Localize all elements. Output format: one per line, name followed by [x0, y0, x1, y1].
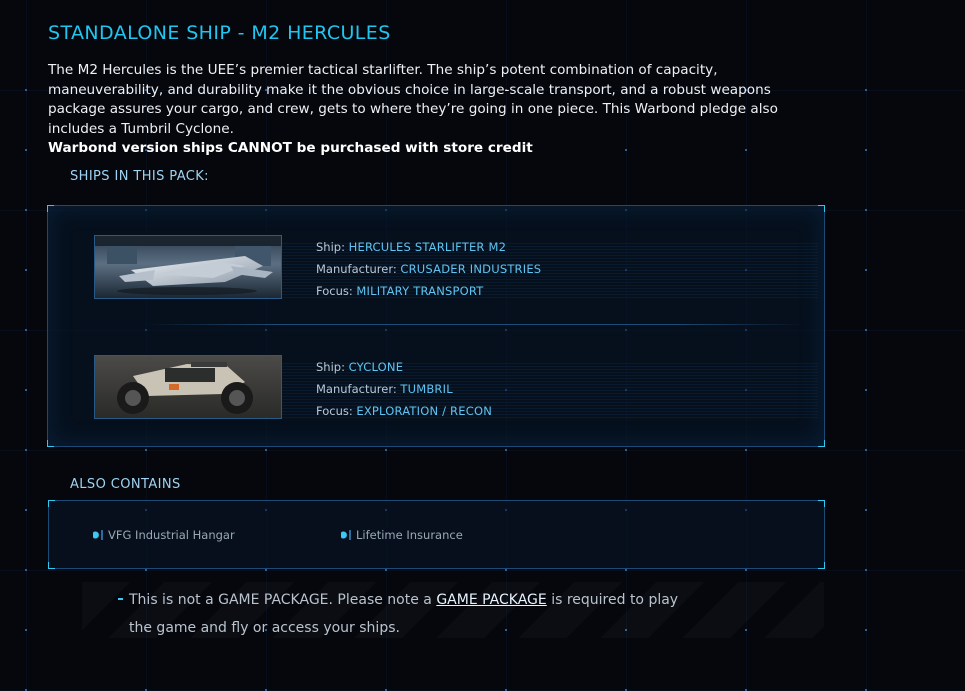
page-title: STANDALONE SHIP - M2 HERCULES [48, 22, 391, 44]
corner-accent [818, 205, 825, 212]
notice-prefix: This is not a GAME PACKAGE. Please note … [129, 592, 437, 608]
grid-dot [625, 449, 627, 451]
focus-label: Focus: [316, 284, 357, 298]
grid-dot [25, 389, 27, 391]
manufacturer-value: TUMBRIL [400, 382, 453, 396]
grid-dot [25, 449, 27, 451]
description-text: The M2 Hercules is the UEE’s premier tac… [48, 62, 778, 137]
grid-dot [25, 629, 27, 631]
contains-item-hangar: VFG Industrial Hangar [93, 528, 235, 542]
grid-dot [745, 449, 747, 451]
bullet-icon [341, 530, 351, 540]
corner-accent [48, 500, 55, 507]
manufacturer-label: Manufacturer: [316, 382, 401, 396]
corner-accent [818, 562, 825, 569]
contains-item-label: VFG Industrial Hangar [108, 528, 235, 542]
grid-dot [25, 89, 27, 91]
game-package-link[interactable]: GAME PACKAGE [436, 592, 546, 608]
focus-line: Focus: MILITARY TRANSPORT [316, 280, 541, 302]
grid-dot [865, 89, 867, 91]
ship-name-line: Ship: HERCULES STARLIFTER M2 [316, 236, 541, 258]
manufacturer-value: CRUSADER INDUSTRIES [400, 262, 542, 276]
contains-item-insurance: Lifetime Insurance [341, 528, 463, 542]
cyclone-vehicle-image-graphic [95, 356, 281, 418]
ships-panel: Ship: HERCULES STARLIFTER M2 Manufacture… [47, 205, 825, 447]
ship-label: Ship: [316, 240, 349, 254]
ship-name-value: HERCULES STARLIFTER M2 [348, 240, 507, 254]
starlifter-ship-image-graphic [95, 236, 281, 298]
manufacturer-line: Manufacturer: CRUSADER INDUSTRIES [316, 258, 541, 280]
notice-suffix: is required to play [546, 592, 679, 608]
grid-dot [145, 449, 147, 451]
manufacturer-line: Manufacturer: TUMBRIL [316, 378, 492, 400]
grid-dot [745, 569, 747, 571]
ships-section-heading: SHIPS IN THIS PACK: [70, 169, 209, 184]
grid-dot [865, 449, 867, 451]
focus-value: MILITARY TRANSPORT [356, 284, 484, 298]
bullet-icon [93, 530, 103, 540]
grid-dot [865, 569, 867, 571]
ship-name-line: Ship: CYCLONE [316, 356, 492, 378]
grid-dot [265, 569, 267, 571]
contains-item-label: Lifetime Insurance [356, 528, 463, 542]
game-package-notice: This is not a GAME PACKAGE. Please note … [118, 586, 718, 642]
grid-dot [865, 389, 867, 391]
grid-dot [25, 569, 27, 571]
ship-row-hercules: Ship: HERCULES STARLIFTER M2 Manufacture… [48, 214, 824, 324]
notice-line-1: This is not a GAME PACKAGE. Please note … [118, 586, 718, 614]
grid-dot [25, 509, 27, 511]
dash-icon [118, 598, 123, 600]
grid-dot [865, 329, 867, 331]
grid-dot [625, 569, 627, 571]
notice-line-2: the game and fly or access your ships. [129, 620, 400, 636]
grid-dot [865, 269, 867, 271]
ship-name-value: CYCLONE [348, 360, 404, 374]
corner-accent [818, 500, 825, 507]
grid-dot [25, 149, 27, 151]
focus-value: EXPLORATION / RECON [356, 404, 492, 418]
row-divider [144, 324, 806, 325]
grid-dot [145, 569, 147, 571]
cyclone-vehicle-image[interactable] [94, 355, 282, 419]
also-contains-panel: VFG Industrial Hangar Lifetime Insurance [48, 500, 825, 569]
grid-dot [25, 329, 27, 331]
also-contains-heading: ALSO CONTAINS [70, 477, 181, 492]
corner-accent [47, 205, 54, 212]
grid-dot [505, 569, 507, 571]
focus-line: Focus: EXPLORATION / RECON [316, 400, 492, 422]
grid-dot [385, 569, 387, 571]
grid-dot [265, 449, 267, 451]
grid-dot [25, 209, 27, 211]
grid-dot [385, 449, 387, 451]
grid-dot [505, 449, 507, 451]
manufacturer-label: Manufacturer: [316, 262, 401, 276]
grid-dot [865, 149, 867, 151]
starlifter-ship-image[interactable] [94, 235, 282, 299]
grid-dot [865, 509, 867, 511]
focus-label: Focus: [316, 404, 357, 418]
ship-label: Ship: [316, 360, 349, 374]
store-credit-warning: Warbond version ships CANNOT be purchase… [48, 140, 533, 156]
ship-info-cyclone: Ship: CYCLONE Manufacturer: TUMBRIL Focu… [316, 356, 492, 422]
grid-dot [865, 629, 867, 631]
ship-info-hercules: Ship: HERCULES STARLIFTER M2 Manufacture… [316, 236, 541, 302]
corner-accent [48, 562, 55, 569]
grid-dot [25, 269, 27, 271]
ship-row-cyclone: Ship: CYCLONE Manufacturer: TUMBRIL Focu… [48, 334, 824, 444]
pledge-description: The M2 Hercules is the UEE’s premier tac… [48, 61, 828, 159]
grid-dot [865, 209, 867, 211]
